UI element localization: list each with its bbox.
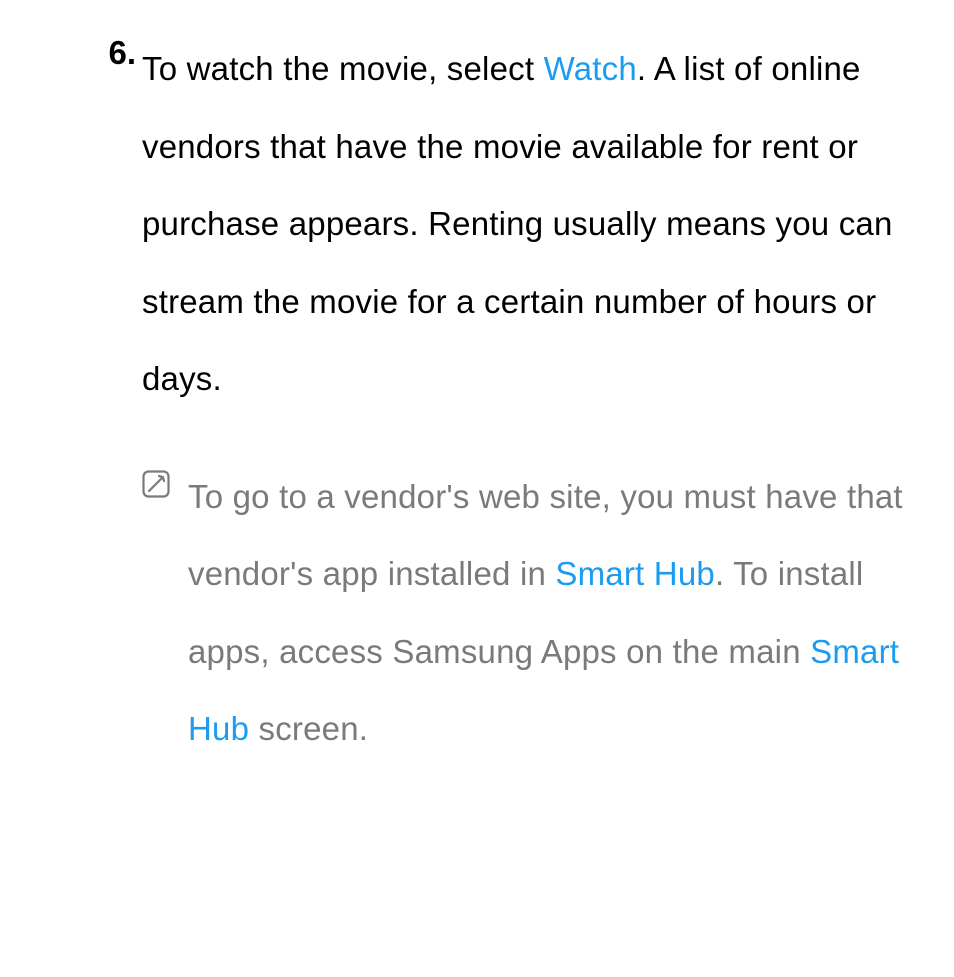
note-text-segment: screen. [249,710,368,747]
step-number: 6. [90,30,142,76]
note-icon [142,470,170,498]
document-page: 6. To watch the movie, select Watch. A l… [0,0,954,768]
note-block: To go to a vendor's web site, you must h… [90,458,904,768]
step-item: 6. To watch the movie, select Watch. A l… [90,30,904,418]
step-text-segment: To watch the movie, select [142,50,544,87]
smart-hub-link[interactable]: Smart Hub [555,555,715,592]
step-text-segment: . A list of online vendors that have the… [142,50,893,397]
watch-link[interactable]: Watch [544,50,637,87]
note-text: To go to a vendor's web site, you must h… [188,458,904,768]
step-text: To watch the movie, select Watch. A list… [142,30,904,418]
